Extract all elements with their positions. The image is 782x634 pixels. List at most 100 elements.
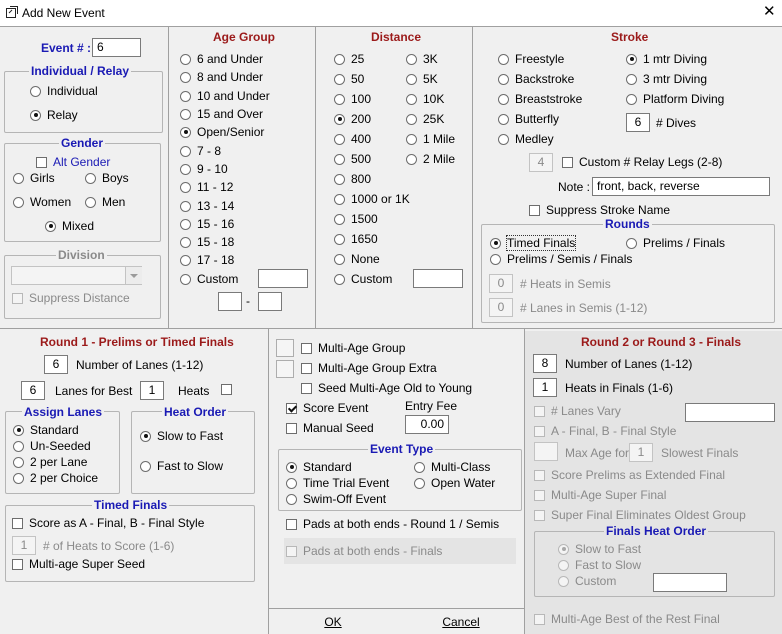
radio-distance-custom[interactable]: Custom xyxy=(334,271,392,287)
radio-distance-1-mile[interactable]: 1 Mile xyxy=(406,131,455,147)
radio-age-11-12[interactable]: 11 - 12 xyxy=(180,179,233,195)
radio-age-open-senior[interactable]: Open/Senior xyxy=(180,124,264,140)
radio-distance-100[interactable]: 100 xyxy=(334,91,371,107)
score-prelims-checkbox[interactable]: Score Prelims as Extended Final xyxy=(534,467,725,483)
radio-distance-200[interactable]: 200 xyxy=(334,111,371,127)
radio-age-custom[interactable]: Custom xyxy=(180,271,238,287)
radio-distance-800[interactable]: 800 xyxy=(334,171,371,187)
radio-distance-5k[interactable]: 5K xyxy=(406,71,438,87)
manual-seed-checkbox[interactable]: Manual Seed xyxy=(286,420,374,436)
multi-age-group-button[interactable] xyxy=(276,339,294,357)
lanes-semis-input[interactable]: 0 xyxy=(489,298,513,317)
radio-lanes-standard[interactable]: Standard xyxy=(13,422,79,438)
radio-age-7-8[interactable]: 7 - 8 xyxy=(180,143,221,159)
multi-age-group-extra-button[interactable] xyxy=(276,360,294,378)
radio-fast-to-slow[interactable]: Fast to Slow xyxy=(140,458,223,474)
pads-finals-checkbox[interactable]: Pads at both ends - Finals xyxy=(286,543,442,559)
radio-age-15-18[interactable]: 15 - 18 xyxy=(180,234,234,250)
radio-men[interactable]: Men xyxy=(85,194,125,210)
radio-prelims-finals[interactable]: Prelims / Finals xyxy=(626,235,725,251)
round1-heats-checkbox[interactable] xyxy=(221,384,238,398)
radio-lanes-2-per-lane[interactable]: 2 per Lane xyxy=(13,454,87,470)
radio-relay[interactable]: Relay xyxy=(30,107,78,123)
distance-custom-input[interactable] xyxy=(413,269,463,288)
radio-age-10-and-under[interactable]: 10 and Under xyxy=(180,88,270,104)
radio-mixed[interactable]: Mixed xyxy=(45,218,94,234)
radio-medley[interactable]: Medley xyxy=(498,131,554,147)
radio-distance-3k[interactable]: 3K xyxy=(406,51,438,67)
radio-backstroke[interactable]: Backstroke xyxy=(498,71,574,87)
radio-distance-500[interactable]: 500 xyxy=(334,151,371,167)
round23-lanes-input[interactable]: 8 xyxy=(533,354,557,373)
round23-heats-input[interactable]: 1 xyxy=(533,378,557,397)
multi-age-group-extra-checkbox[interactable]: Multi-Age Group Extra xyxy=(301,360,437,376)
heats-semis-input[interactable]: 0 xyxy=(489,274,513,293)
ok-button[interactable]: OK xyxy=(300,612,366,632)
super-final-oldest-checkbox[interactable]: Super Final Eliminates Oldest Group xyxy=(534,507,746,523)
radio-distance-2-mile[interactable]: 2 Mile xyxy=(406,151,455,167)
radio-distance-10k[interactable]: 10K xyxy=(406,91,444,107)
dives-input[interactable]: 6 xyxy=(626,113,650,132)
radio-slow-to-fast[interactable]: Slow to Fast xyxy=(140,428,223,444)
close-icon[interactable]: ✕ xyxy=(763,4,776,20)
multi-age-super-seed-checkbox[interactable]: Multi-age Super Seed xyxy=(12,556,145,572)
radio-butterfly[interactable]: Butterfly xyxy=(498,111,559,127)
radio-finals-fast-to-slow[interactable]: Fast to Slow xyxy=(558,557,641,573)
lanes-for-best-input[interactable]: 6 xyxy=(21,381,45,400)
score-event-checkbox[interactable]: Score Event xyxy=(286,400,368,416)
radio-girls[interactable]: Girls xyxy=(13,170,55,186)
radio-age-15-16[interactable]: 15 - 16 xyxy=(180,216,234,232)
custom-relay-legs-checkbox[interactable]: Custom # Relay Legs (2-8) xyxy=(562,154,722,170)
division-select[interactable] xyxy=(11,266,142,285)
lanes-vary-input[interactable] xyxy=(685,403,775,422)
radio-distance-50[interactable]: 50 xyxy=(334,71,364,87)
relay-legs-input[interactable]: 4 xyxy=(529,153,553,172)
radio-boys[interactable]: Boys xyxy=(85,170,129,186)
age-from-input[interactable] xyxy=(218,292,242,311)
multi-age-group-checkbox[interactable]: Multi-Age Group xyxy=(301,340,405,356)
radio-timed-finals[interactable]: Timed Finals xyxy=(490,235,577,251)
round1-heats-input[interactable]: 1 xyxy=(140,381,164,400)
heats-to-score-input[interactable]: 1 xyxy=(12,536,36,555)
radio-type-multi-class[interactable]: Multi-Class xyxy=(414,459,490,475)
best-of-rest-checkbox[interactable]: Multi-Age Best of the Rest Final xyxy=(534,611,720,627)
radio-1-mtr-diving[interactable]: 1 mtr Diving xyxy=(626,51,707,67)
radio-age-13-14[interactable]: 13 - 14 xyxy=(180,198,234,214)
radio-age-8-and-under[interactable]: 8 and Under xyxy=(180,69,263,85)
radio-distance-25k[interactable]: 25K xyxy=(406,111,444,127)
radio-type-swim-off[interactable]: Swim-Off Event xyxy=(286,491,386,507)
radio-3-mtr-diving[interactable]: 3 mtr Diving xyxy=(626,71,707,87)
event-number-input[interactable]: 6 xyxy=(92,38,141,57)
seed-multi-age-checkbox[interactable]: Seed Multi-Age Old to Young xyxy=(301,380,472,396)
radio-freestyle[interactable]: Freestyle xyxy=(498,51,564,67)
cancel-button[interactable]: Cancel xyxy=(420,612,502,632)
alt-gender-checkbox[interactable]: Alt Gender xyxy=(36,154,110,170)
age-custom-input[interactable] xyxy=(258,269,308,288)
radio-age-17-18[interactable]: 17 - 18 xyxy=(180,252,234,268)
radio-age-9-10[interactable]: 9 - 10 xyxy=(180,161,228,177)
max-age-value-input[interactable]: 1 xyxy=(629,443,653,462)
radio-prelims-semis-finals[interactable]: Prelims / Semis / Finals xyxy=(490,251,632,267)
radio-lanes-unseeded[interactable]: Un-Seeded xyxy=(13,438,91,454)
radio-breaststroke[interactable]: Breaststroke xyxy=(498,91,582,107)
score-ab-final-checkbox[interactable]: Score as A - Final, B - Final Style xyxy=(12,515,204,531)
finals-custom-input[interactable] xyxy=(653,573,727,592)
note-input[interactable]: front, back, reverse xyxy=(592,177,770,196)
radio-distance-1500[interactable]: 1500 xyxy=(334,211,378,227)
radio-type-open-water[interactable]: Open Water xyxy=(414,475,495,491)
radio-women[interactable]: Women xyxy=(13,194,71,210)
radio-finals-slow-to-fast[interactable]: Slow to Fast xyxy=(558,541,641,557)
radio-distance-1000[interactable]: 1000 or 1K xyxy=(334,191,410,207)
radio-distance-1650[interactable]: 1650 xyxy=(334,231,378,247)
lanes-vary-checkbox[interactable]: # Lanes Vary xyxy=(534,403,621,419)
radio-type-time-trial[interactable]: Time Trial Event xyxy=(286,475,389,491)
chevron-down-icon[interactable] xyxy=(125,267,142,284)
radio-lanes-2-per-choice[interactable]: 2 per Choice xyxy=(13,470,98,486)
radio-age-15-and-over[interactable]: 15 and Over xyxy=(180,106,263,122)
ab-final-style-checkbox[interactable]: A - Final, B - Final Style xyxy=(534,423,676,439)
round1-lanes-input[interactable]: 6 xyxy=(44,355,68,374)
pads-round1-checkbox[interactable]: Pads at both ends - Round 1 / Semis xyxy=(286,516,499,532)
age-to-input[interactable] xyxy=(258,292,282,311)
radio-finals-custom[interactable]: Custom xyxy=(558,573,616,589)
entry-fee-input[interactable]: 0.00 xyxy=(405,415,449,434)
